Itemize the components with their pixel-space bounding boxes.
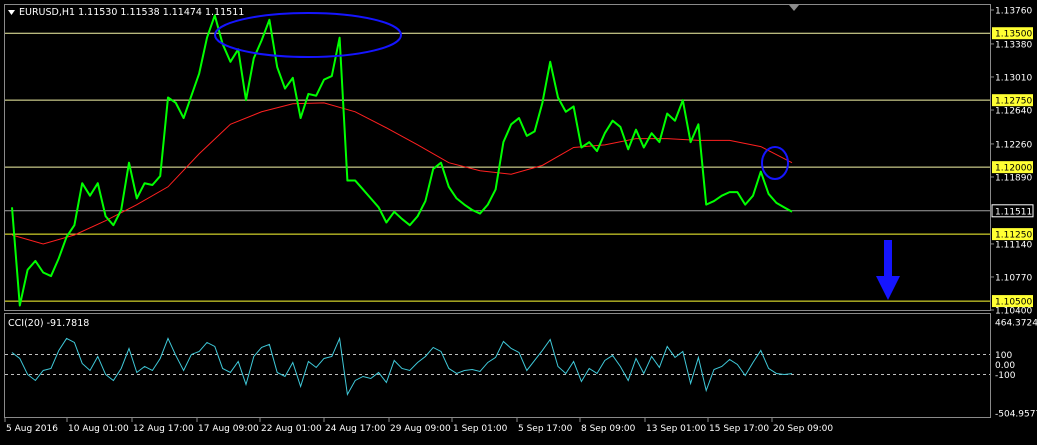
price-tick-label-6: 1.11140 bbox=[995, 240, 1032, 250]
cci-tick-label-4: -504.9577 bbox=[995, 410, 1037, 420]
price-tick-label-8: 1.10400 bbox=[995, 307, 1032, 317]
time-tick-label-3: 17 Aug 09:00 bbox=[198, 424, 259, 434]
time-tick-label-2: 12 Aug 17:00 bbox=[133, 424, 194, 434]
time-tick-label-12: 20 Sep 09:00 bbox=[773, 424, 833, 434]
level-label-1: 1.12750 bbox=[995, 97, 1032, 107]
price-tick-label-4: 1.12260 bbox=[995, 140, 1032, 150]
price-tick-label-3: 1.12640 bbox=[995, 107, 1032, 117]
cci-panel-title: CCI(20) -91.7818 bbox=[8, 318, 89, 329]
cci-tick-label-3: -100 bbox=[995, 371, 1016, 381]
chart-window[interactable]: EURUSD,H1 1.11530 1.11538 1.11474 1.1151… bbox=[0, 0, 1037, 441]
time-tick-label-1: 10 Aug 01:00 bbox=[68, 424, 129, 434]
level-label-0: 1.13500 bbox=[995, 30, 1032, 40]
cci-tick-label-2: 0.00 bbox=[995, 361, 1015, 371]
cci-tick-label-0: 464.3724 bbox=[995, 319, 1037, 329]
time-tick-label-5: 24 Aug 17:00 bbox=[325, 424, 386, 434]
time-tick-label-8: 5 Sep 17:00 bbox=[518, 424, 573, 434]
price-tick-label-7: 1.10770 bbox=[995, 273, 1032, 283]
price-panel-title: EURUSD,H1 1.11530 1.11538 1.11474 1.1151… bbox=[19, 7, 244, 18]
time-tick-label-6: 29 Aug 09:00 bbox=[390, 424, 451, 434]
time-tick-label-7: 1 Sep 01:00 bbox=[453, 424, 508, 434]
current-price-label: 1.11511 bbox=[995, 207, 1032, 217]
cci-tick-label-1: 100 bbox=[995, 351, 1012, 361]
time-tick-label-4: 22 Aug 01:00 bbox=[261, 424, 322, 434]
time-tick-label-9: 8 Sep 09:00 bbox=[581, 424, 636, 434]
price-tick-label-1: 1.13380 bbox=[995, 40, 1032, 50]
chart-svg[interactable]: EURUSD,H1 1.11530 1.11538 1.11474 1.1151… bbox=[0, 0, 1037, 441]
price-tick-label-5: 1.11890 bbox=[995, 173, 1032, 183]
time-tick-label-10: 13 Sep 01:00 bbox=[646, 424, 706, 434]
time-tick-label-11: 15 Sep 17:00 bbox=[709, 424, 769, 434]
level-label-3: 1.11250 bbox=[995, 231, 1032, 241]
price-tick-label-0: 1.13760 bbox=[995, 7, 1032, 17]
time-tick-label-0: 5 Aug 2016 bbox=[6, 424, 58, 434]
price-tick-label-2: 1.13010 bbox=[995, 73, 1032, 83]
level-label-4: 1.10500 bbox=[995, 298, 1032, 308]
level-label-2: 1.12000 bbox=[995, 164, 1032, 174]
